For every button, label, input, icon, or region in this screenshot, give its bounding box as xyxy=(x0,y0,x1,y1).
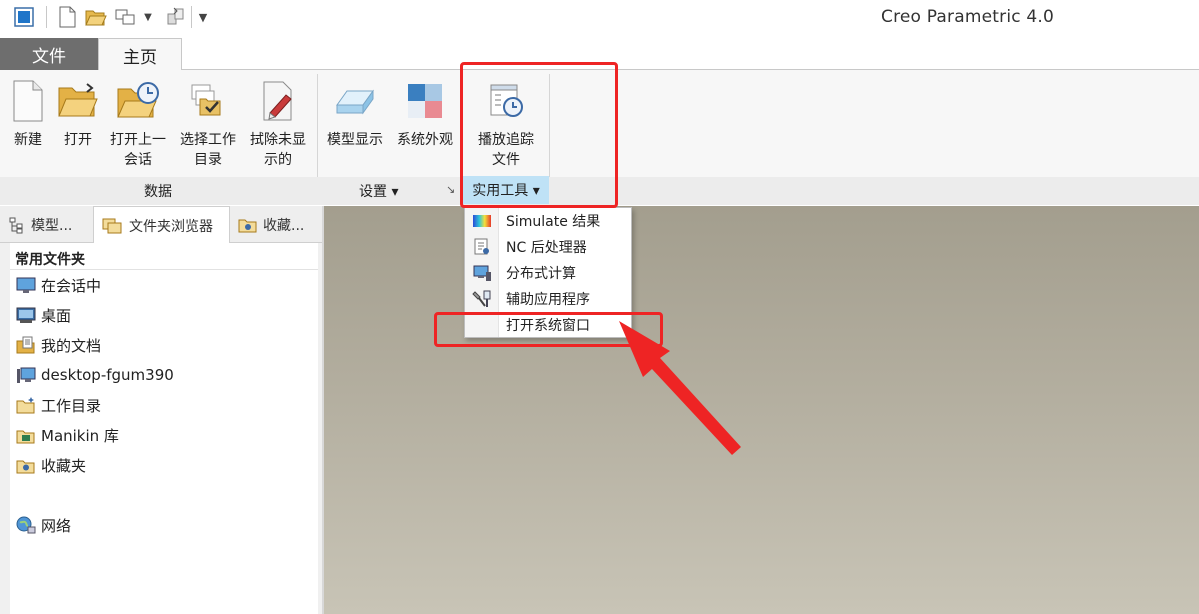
menu-item-distributed-computing[interactable]: 分布式计算 xyxy=(465,260,631,286)
customize-arrow-icon[interactable]: ▼ xyxy=(196,5,210,29)
tab-folder-browser-label: 文件夹浏览器 xyxy=(129,218,213,235)
tab-model-tree-label: 模型... xyxy=(31,217,73,234)
folder-item-network[interactable]: 网络 xyxy=(16,514,71,536)
folder-item-favorites[interactable]: 收藏夹 xyxy=(16,454,86,476)
erase-not-displayed-label-1: 拭除未显 xyxy=(250,132,306,148)
dropdown-arrow-icon[interactable]: ▼ xyxy=(142,5,154,29)
highlight-box-open-system-window xyxy=(434,312,663,347)
model-display-label: 模型显示 xyxy=(327,132,383,148)
distributed-computing-icon xyxy=(465,264,499,282)
open-label: 打开 xyxy=(64,132,92,148)
select-working-directory-label-1: 选择工作 xyxy=(180,132,236,148)
folder-item-label: 工作目录 xyxy=(41,396,102,415)
folder-item-label: 桌面 xyxy=(41,306,72,325)
folder-check-icon xyxy=(188,72,228,130)
monitor-icon xyxy=(16,276,36,294)
menu-item-label: 辅助应用程序 xyxy=(506,292,590,308)
open-button[interactable]: 打开 xyxy=(56,72,100,150)
new-file-icon xyxy=(11,72,45,130)
tab-file[interactable]: 文件 xyxy=(0,38,98,70)
menu-item-nc-postprocessor[interactable]: NC 后处理器 xyxy=(465,234,631,260)
favorites-folder-icon xyxy=(238,216,258,234)
new-button[interactable]: 新建 xyxy=(8,72,48,150)
select-working-directory-button[interactable]: 选择工作 目录 xyxy=(176,72,240,170)
folder-open-icon xyxy=(57,72,99,130)
network-globe-icon xyxy=(16,516,36,534)
folder-clock-icon xyxy=(116,72,160,130)
system-appearance-icon xyxy=(407,72,443,130)
qa-separator xyxy=(191,6,192,28)
app-title: Creo Parametric 4.0 xyxy=(881,7,1055,27)
folder-item-label: 在会话中 xyxy=(41,276,102,295)
simulate-results-icon xyxy=(465,213,499,229)
favorites-icon xyxy=(16,456,36,474)
folder-item-label: 收藏夹 xyxy=(41,456,87,475)
panel-gutter xyxy=(0,243,10,614)
folder-item-my-documents[interactable]: 我的文档 xyxy=(16,334,101,356)
folder-item-in-session[interactable]: 在会话中 xyxy=(16,274,101,296)
open-last-session-label-1: 打开上一 xyxy=(110,132,166,148)
title-bar: ▼ ▼ Creo Parametric 4.0 xyxy=(0,0,1199,34)
menu-item-label: Simulate 结果 xyxy=(506,214,601,230)
common-folders-heading: 常用文件夹 xyxy=(15,252,85,268)
library-icon xyxy=(16,426,36,444)
tab-model-tree[interactable]: 模型... xyxy=(8,206,92,243)
tab-home[interactable]: 主页 xyxy=(98,38,182,71)
folder-item-computer[interactable]: desktop-fgum390 xyxy=(16,364,174,386)
navigator-tabs: 模型... 文件夹浏览器 收藏... xyxy=(0,206,324,244)
windows-icon[interactable] xyxy=(114,5,138,29)
tab-favorites[interactable]: 收藏... xyxy=(238,206,322,243)
menu-item-simulate-results[interactable]: Simulate 结果 xyxy=(465,208,631,234)
folder-item-label: Manikin 库 xyxy=(41,426,119,445)
new-label: 新建 xyxy=(14,132,42,148)
folder-item-label: 我的文档 xyxy=(41,336,102,355)
desktop-icon xyxy=(16,306,36,324)
folder-browser-panel: 常用文件夹 在会话中 桌面 我的文档 desktop-fgum390 工作目录 … xyxy=(0,243,324,614)
folder-browser-icon xyxy=(102,217,124,235)
select-working-directory-label-2: 目录 xyxy=(194,152,222,168)
folder-item-label: desktop-fgum390 xyxy=(41,366,174,384)
graphics-area[interactable] xyxy=(324,206,1199,614)
window-icon[interactable] xyxy=(12,5,36,29)
tab-folder-browser[interactable]: 文件夹浏览器 xyxy=(93,206,230,244)
heading-divider xyxy=(10,269,318,270)
open-last-session-label-2: 会话 xyxy=(124,152,152,168)
auxiliary-applications-icon xyxy=(465,290,499,308)
menu-item-auxiliary-applications[interactable]: 辅助应用程序 xyxy=(465,286,631,312)
menu-item-label: NC 后处理器 xyxy=(506,240,587,256)
nc-postprocessor-icon xyxy=(465,238,499,256)
erase-not-displayed-button[interactable]: 拭除未显 示的 xyxy=(246,72,310,170)
new-icon[interactable] xyxy=(55,5,79,29)
highlight-box-utilities xyxy=(460,62,618,208)
folder-item-desktop[interactable]: 桌面 xyxy=(16,304,71,326)
system-appearance-label: 系统外观 xyxy=(397,132,453,148)
folder-item-manikin-library[interactable]: Manikin 库 xyxy=(16,424,119,446)
menu-item-label: 分布式计算 xyxy=(506,266,576,282)
model-tree-icon xyxy=(8,216,26,234)
open-last-session-button[interactable]: 打开上一 会话 xyxy=(106,72,170,170)
erase-not-displayed-label-2: 示的 xyxy=(264,152,292,168)
folder-item-working-directory[interactable]: 工作目录 xyxy=(16,394,101,416)
system-appearance-button[interactable]: 系统外观 xyxy=(393,72,457,150)
open-icon[interactable] xyxy=(84,5,108,29)
documents-folder-icon xyxy=(16,336,36,354)
folder-item-label: 网络 xyxy=(41,516,72,535)
model-display-icon xyxy=(333,72,377,130)
computer-icon xyxy=(16,366,36,384)
qa-separator xyxy=(46,6,47,28)
working-directory-icon xyxy=(16,396,36,414)
model-display-button[interactable]: 模型显示 xyxy=(323,72,387,150)
eraser-icon xyxy=(258,72,298,130)
group-settings-label[interactable]: 设置 ▾ xyxy=(359,181,398,201)
regenerate-icon[interactable] xyxy=(164,5,188,29)
tab-favorites-label: 收藏... xyxy=(263,217,305,234)
group-data-label: 数据 xyxy=(144,184,172,200)
dialog-launcher-icon[interactable]: ↘ xyxy=(446,183,455,196)
